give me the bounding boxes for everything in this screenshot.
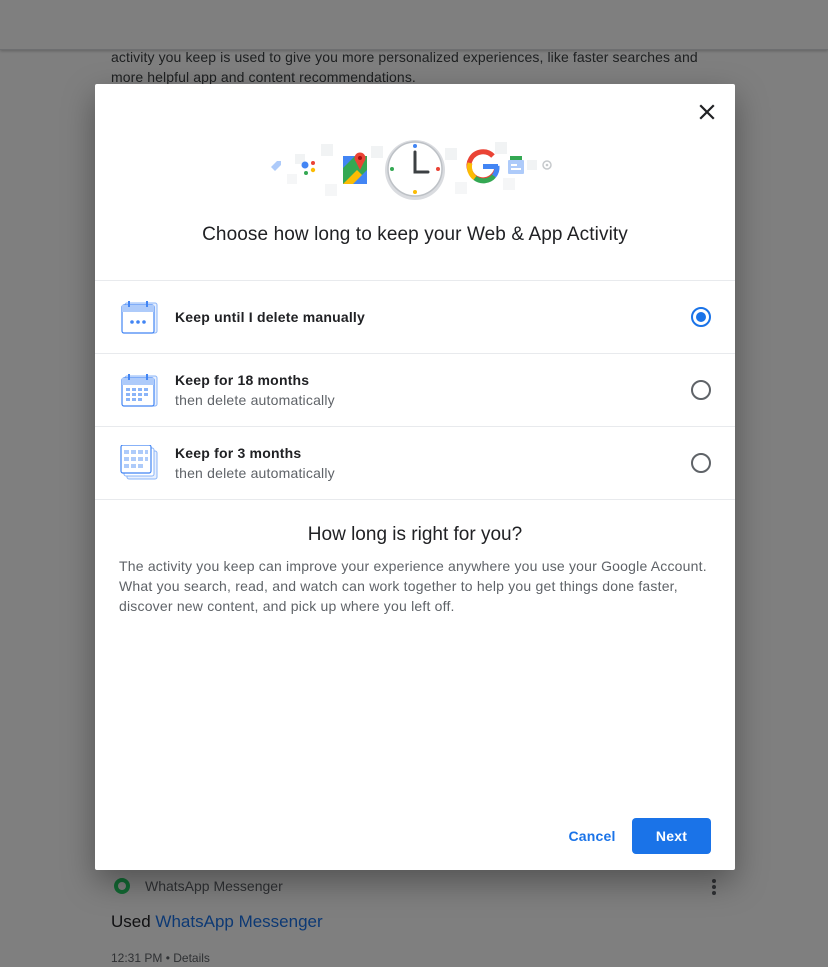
calendar-18-months-icon — [121, 374, 158, 407]
radio-keep-3-months[interactable] — [691, 453, 711, 473]
option-keep-3-months[interactable]: Keep for 3 months then delete automatica… — [95, 427, 735, 500]
option-label: Keep until I delete manually — [175, 309, 365, 325]
dialog-title: Choose how long to keep your Web & App A… — [202, 224, 628, 245]
calendar-3-months-icon — [120, 445, 158, 480]
option-label: Keep for 3 months — [175, 445, 302, 461]
retention-options: Keep until I delete manually Keep for 18… — [95, 280, 735, 500]
option-keep-until-delete[interactable]: Keep until I delete manually — [95, 281, 735, 354]
cancel-button[interactable]: Cancel — [561, 818, 623, 854]
close-icon — [699, 104, 715, 120]
activity-illustration-icon — [271, 140, 552, 200]
radio-keep-until-delete[interactable] — [691, 307, 711, 327]
option-sublabel: then delete automatically — [175, 465, 335, 481]
calendar-infinite-icon — [121, 301, 158, 334]
close-button[interactable] — [695, 100, 719, 124]
option-keep-18-months[interactable]: Keep for 18 months then delete automatic… — [95, 354, 735, 427]
option-label: Keep for 18 months — [175, 372, 310, 388]
radio-keep-18-months[interactable] — [691, 380, 711, 400]
info-title: How long is right for you? — [307, 524, 523, 545]
retention-dialog: Choose how long to keep your Web & App A… — [95, 84, 735, 870]
next-button[interactable]: Next — [632, 818, 711, 854]
option-sublabel: then delete automatically — [175, 392, 335, 408]
info-body: The activity you keep can improve your e… — [119, 558, 707, 614]
